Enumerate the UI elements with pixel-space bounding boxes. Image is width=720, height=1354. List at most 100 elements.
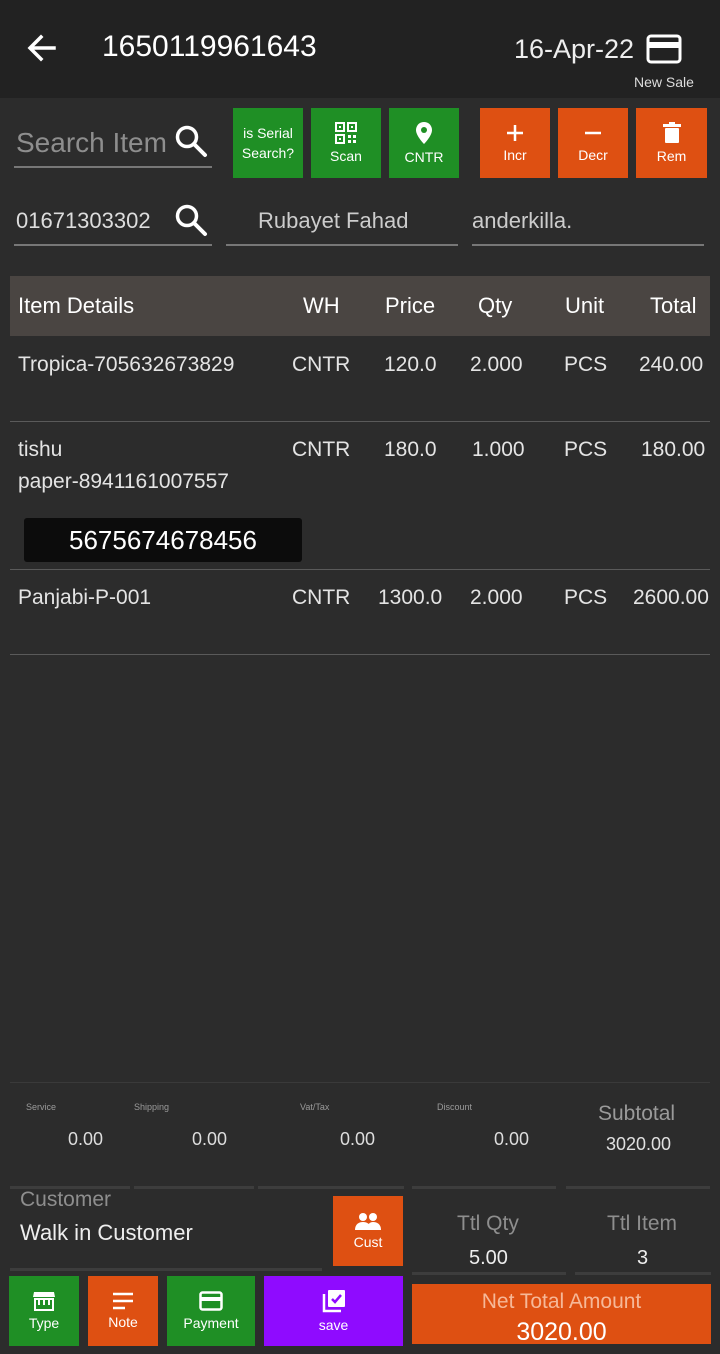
decrement-button[interactable]: Decr — [558, 108, 628, 178]
row-divider — [10, 654, 710, 655]
service-label: Service — [26, 1102, 57, 1112]
note-button[interactable]: Note — [88, 1276, 158, 1346]
service-value[interactable]: 0.00 — [68, 1129, 103, 1150]
col-price: Price — [385, 293, 436, 318]
customer-address-field[interactable]: anderkilla. — [472, 208, 572, 234]
vat-value[interactable]: 0.00 — [340, 1129, 375, 1150]
customer-underline — [10, 1268, 322, 1271]
item-wh: CNTR — [292, 586, 351, 609]
store-icon — [33, 1292, 55, 1311]
payment-label: Payment — [183, 1315, 239, 1331]
discount-label: Discount — [437, 1102, 473, 1112]
phone-search-icon[interactable] — [174, 203, 208, 237]
type-button[interactable]: Type — [9, 1276, 79, 1346]
field-underline — [566, 1186, 710, 1189]
customer-address-underline — [472, 244, 704, 246]
customer-button[interactable]: Cust — [333, 1196, 403, 1266]
col-item-details: Item Details — [18, 293, 135, 318]
cust-label: Cust — [353, 1234, 383, 1250]
plus-icon — [507, 125, 523, 141]
subtotal-value: 3020.00 — [606, 1134, 672, 1154]
cntr-button[interactable]: CNTR — [389, 108, 459, 178]
col-wh: WH — [303, 293, 340, 318]
type-label: Type — [28, 1315, 60, 1331]
invoice-number: 1650119961643 — [102, 30, 317, 63]
search-input[interactable] — [16, 123, 176, 163]
item-price: 1300.0 — [378, 586, 443, 609]
field-underline — [134, 1186, 254, 1189]
customer-label: Customer — [20, 1188, 112, 1211]
notes-icon — [113, 1292, 133, 1310]
row-divider — [10, 421, 710, 422]
shipping-label: Shipping — [134, 1102, 170, 1112]
trash-icon — [662, 122, 681, 143]
sale-date[interactable]: 16-Apr-22 — [514, 34, 634, 65]
serial-search-label: is Serial Search? — [241, 125, 295, 161]
save-label: save — [318, 1317, 349, 1333]
item-unit: PCS — [564, 438, 608, 461]
search-underline — [14, 166, 212, 168]
field-underline — [258, 1186, 404, 1189]
shipping-value[interactable]: 0.00 — [192, 1129, 227, 1150]
discount-value[interactable]: 0.00 — [494, 1129, 529, 1150]
col-qty: Qty — [478, 293, 513, 318]
ttl-item-label: Ttl Item — [607, 1212, 678, 1235]
scan-button[interactable]: Scan — [311, 108, 381, 178]
net-total-label: Net Total Amount — [481, 1290, 642, 1313]
vat-label: Vat/Tax — [300, 1102, 330, 1112]
item-unit: PCS — [564, 353, 608, 376]
item-price: 180.0 — [384, 438, 437, 461]
item-qty: 2.000 — [470, 586, 523, 609]
ttl-qty-underline — [412, 1272, 566, 1275]
incr-label: Incr — [503, 147, 527, 163]
arrow-left-icon[interactable] — [24, 30, 60, 66]
footer-divider — [10, 1082, 710, 1083]
item-details: Tropica-705632673829 — [18, 353, 235, 376]
item-details: tishu — [18, 438, 63, 461]
cntr-label: CNTR — [404, 149, 444, 165]
item-wh: CNTR — [292, 438, 351, 461]
people-icon — [355, 1213, 381, 1230]
customer-name-field[interactable]: Rubayet Fahad — [258, 208, 408, 234]
item-qty: 1.000 — [472, 438, 525, 461]
item-total: 240.00 — [639, 353, 704, 376]
save-button[interactable]: save — [264, 1276, 403, 1346]
minus-icon — [585, 131, 601, 135]
col-total: Total — [650, 293, 697, 318]
item-unit: PCS — [564, 586, 608, 609]
payment-button[interactable]: Payment — [167, 1276, 255, 1346]
item-total: 180.00 — [641, 438, 706, 461]
customer-name-underline — [226, 244, 458, 246]
field-underline — [412, 1186, 556, 1189]
note-label: Note — [108, 1314, 138, 1330]
item-total: 2600.00 — [633, 586, 709, 609]
phone-field[interactable]: 01671303302 — [16, 208, 151, 234]
ttl-qty-label: Ttl Qty — [457, 1212, 519, 1235]
customer-value[interactable]: Walk in Customer — [20, 1220, 193, 1246]
new-sale-label[interactable]: New Sale — [634, 74, 694, 90]
rem-label: Rem — [656, 148, 687, 164]
subtotal-label: Subtotal — [598, 1102, 676, 1125]
save-check-icon — [322, 1290, 345, 1313]
qr-code-icon — [335, 122, 357, 144]
serial-search-button[interactable]: is Serial Search? — [233, 108, 303, 178]
item-price: 120.0 — [384, 353, 437, 376]
ttl-qty-value: 5.00 — [469, 1247, 508, 1269]
ttl-item-underline — [575, 1272, 711, 1275]
phone-underline — [14, 244, 212, 246]
payment-card-icon — [199, 1291, 223, 1311]
search-icon[interactable] — [174, 124, 208, 158]
scan-label: Scan — [330, 148, 362, 164]
increment-button[interactable]: Incr — [480, 108, 550, 178]
item-details: Panjabi-P-001 — [18, 586, 152, 609]
remove-button[interactable]: Rem — [636, 108, 707, 178]
row-divider — [10, 569, 710, 570]
net-total-value: 3020.00 — [516, 1318, 607, 1346]
item-wh: CNTR — [292, 353, 351, 376]
ttl-item-value: 3 — [637, 1247, 649, 1269]
credit-card-icon[interactable] — [646, 34, 682, 64]
item-details-line2: paper-8941161007557 — [18, 470, 229, 493]
location-pin-icon — [416, 122, 432, 144]
decr-label: Decr — [578, 147, 608, 163]
col-unit: Unit — [565, 293, 605, 318]
